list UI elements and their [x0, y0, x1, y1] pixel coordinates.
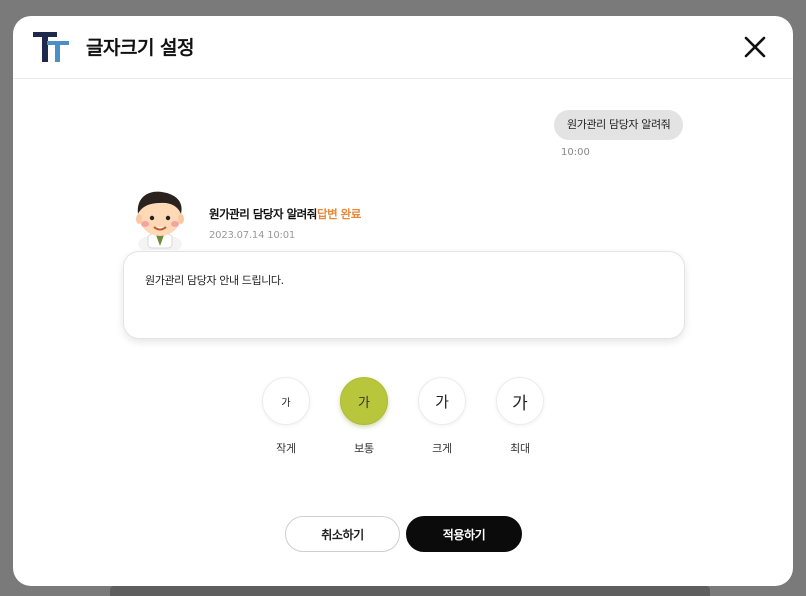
- tt-font-logo-icon: [33, 32, 69, 62]
- bot-answer-text: 원가관리 담당자 안내 드립니다.: [145, 274, 284, 287]
- size-label-normal: 보통: [354, 442, 374, 455]
- size-label-max: 최대: [510, 442, 530, 455]
- modal-title: 글자크기 설정: [86, 37, 195, 59]
- size-label-large: 크게: [432, 442, 452, 455]
- close-icon[interactable]: [741, 33, 769, 61]
- chatbot-avatar-icon: [136, 191, 184, 250]
- size-option-large[interactable]: 가 크게: [418, 377, 466, 459]
- size-preview-normal[interactable]: 가: [340, 377, 388, 425]
- bot-question-text: 원가관리 담당자 알려줘: [209, 207, 317, 221]
- size-option-max[interactable]: 가 최대: [496, 377, 544, 459]
- user-message-time: 10:00: [561, 147, 590, 158]
- size-preview-max[interactable]: 가: [496, 377, 544, 425]
- bot-answer-time: 2023.07.14 10:01: [209, 230, 296, 241]
- answer-status-badge: 답변 완료: [317, 207, 361, 221]
- background-page-edge: [110, 586, 710, 596]
- user-message-bubble: 원가관리 담당자 알려줘: [554, 110, 684, 140]
- cancel-button[interactable]: 취소하기: [285, 516, 400, 552]
- size-preview-small[interactable]: 가: [262, 377, 310, 425]
- size-option-small[interactable]: 가 작게: [262, 377, 310, 459]
- size-option-normal[interactable]: 가 보통: [340, 377, 388, 459]
- modal-header: 글자크기 설정: [13, 16, 793, 79]
- bot-answer-card: 원가관리 담당자 안내 드립니다.: [123, 251, 685, 339]
- size-preview-large[interactable]: 가: [418, 377, 466, 425]
- size-label-small: 작게: [276, 442, 296, 455]
- font-size-settings-modal: 글자크기 설정 원가관리 담당자 알려줘 10:00 원가관리 담당자 알려줘 …: [13, 16, 793, 586]
- apply-button[interactable]: 적용하기: [406, 516, 522, 552]
